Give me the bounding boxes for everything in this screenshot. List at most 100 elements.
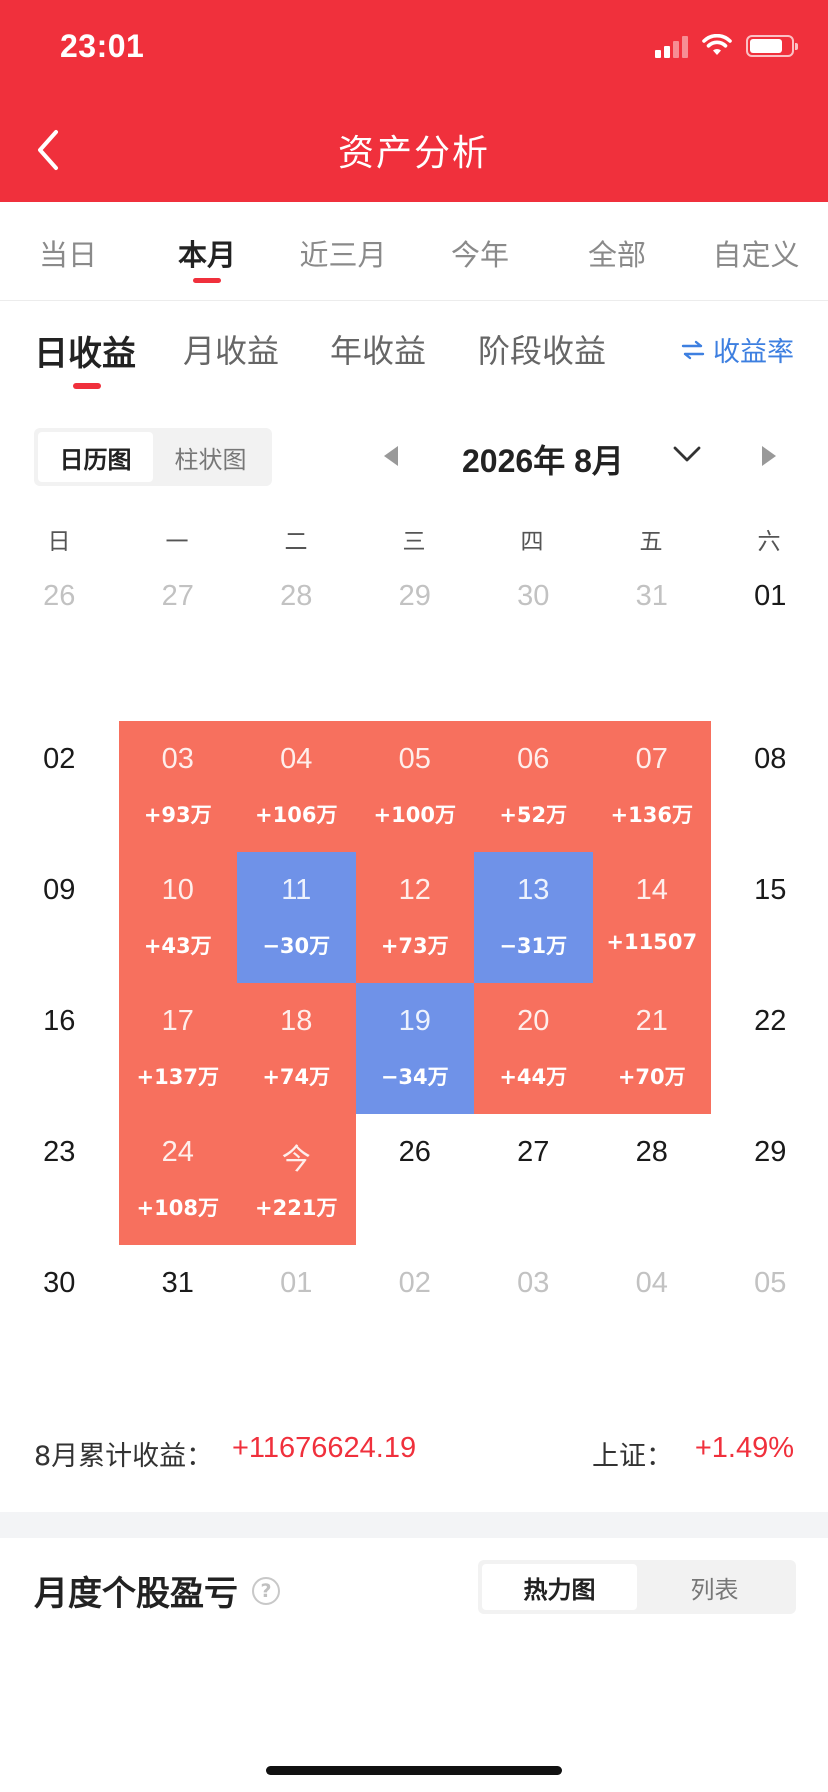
- calendar-day-income: −31万: [499, 934, 568, 958]
- calendar-day-number: 27: [161, 580, 194, 612]
- calendar-day-cell[interactable]: 26: [356, 1114, 475, 1245]
- calendar-day-cell[interactable]: 18 +74万: [237, 983, 356, 1114]
- calendar-day-number: 30: [517, 580, 550, 612]
- calendar-day-number: 23: [43, 1136, 76, 1168]
- calendar-day-cell[interactable]: 06 +52万: [474, 721, 593, 852]
- calendar-day-cell[interactable]: 05 +100万: [355, 721, 474, 852]
- calendar-day-cell[interactable]: 26: [0, 558, 119, 678]
- calendar-day-number: 09: [43, 874, 76, 906]
- calendar-day-number: 15: [754, 874, 787, 906]
- question-circle-icon[interactable]: ?: [252, 1576, 280, 1605]
- stock-pnl-title: 月度个股盈亏: [34, 1574, 238, 1614]
- calendar-day-cell[interactable]: 28: [237, 558, 356, 678]
- calendar-day-number: 14: [635, 874, 668, 906]
- index-value: +1.49%: [694, 1432, 794, 1464]
- calendar-day-cell[interactable]: 07 +136万: [592, 721, 711, 852]
- calendar-day-cell[interactable]: 23: [0, 1114, 119, 1245]
- calendar-day-number: 27: [517, 1136, 550, 1168]
- calendar-day-income: +52万: [499, 803, 568, 827]
- calendar-day-income: +136万: [610, 803, 693, 827]
- calendar-day-cell[interactable]: 27: [119, 558, 238, 678]
- calendar-day-number: 28: [635, 1136, 668, 1168]
- calendar-day-income: +74万: [262, 1065, 331, 1089]
- heatmap-view-button[interactable]: 热力图: [482, 1564, 637, 1610]
- calendar-day-number: 29: [754, 1136, 787, 1168]
- calendar-day-cell[interactable]: 09: [0, 852, 119, 983]
- calendar-day-cell[interactable]: 30: [0, 1245, 119, 1376]
- calendar-day-number: 02: [398, 1267, 431, 1299]
- calendar-day-number: 29: [398, 580, 431, 612]
- calendar-day-number: 16: [43, 1005, 76, 1037]
- calendar-day-cell[interactable]: 11 −30万: [237, 852, 356, 983]
- monthly-total-label: 8月累计收益：: [34, 1441, 214, 1472]
- calendar-day-cell[interactable]: 今 +221万: [237, 1114, 356, 1245]
- calendar-day-cell[interactable]: 21 +70万: [592, 983, 711, 1114]
- calendar-day-number: 04: [635, 1267, 668, 1299]
- calendar-day-income: +73万: [380, 934, 449, 958]
- section-divider: [0, 1512, 828, 1538]
- calendar-day-cell[interactable]: 24 +108万: [118, 1114, 237, 1245]
- calendar-day-number: 21: [635, 1005, 668, 1037]
- calendar-day-number: 26: [398, 1136, 431, 1168]
- calendar-day-number: 17: [161, 1005, 194, 1037]
- calendar-day-cell[interactable]: 17 +137万: [118, 983, 237, 1114]
- calendar-day-cell[interactable]: 31: [593, 558, 712, 678]
- calendar-day-cell[interactable]: 19 −34万: [355, 983, 474, 1114]
- calendar-day-number: 12: [398, 874, 431, 906]
- calendar-day-cell[interactable]: 04 +106万: [237, 721, 356, 852]
- calendar-day-cell[interactable]: 29: [356, 558, 475, 678]
- calendar-day-cell[interactable]: 03: [474, 1245, 593, 1376]
- calendar-day-cell[interactable]: 14 +11507: [592, 852, 711, 983]
- calendar-day-number: 13: [517, 874, 550, 906]
- calendar-day-income: +93万: [143, 803, 212, 827]
- calendar-day-number: 05: [398, 743, 431, 775]
- stock-view-toggle: 热力图 列表: [478, 1560, 796, 1614]
- calendar-day-cell[interactable]: 31: [119, 1245, 238, 1376]
- calendar-day-cell[interactable]: 27: [474, 1114, 593, 1245]
- calendar-day-number: 24: [161, 1136, 194, 1168]
- list-view-button[interactable]: 列表: [637, 1564, 792, 1610]
- index-label: 上证：: [592, 1441, 673, 1472]
- calendar-day-cell[interactable]: 08: [711, 721, 828, 852]
- calendar-day-income: +100万: [373, 803, 456, 827]
- calendar-day-income: +11507: [606, 930, 698, 954]
- calendar-day-number: 01: [754, 580, 787, 612]
- calendar-day-number: 31: [161, 1267, 194, 1299]
- calendar-day-number: 11: [281, 874, 312, 906]
- calendar-day-cell[interactable]: 20 +44万: [474, 983, 593, 1114]
- calendar-day-cell[interactable]: 15: [711, 852, 828, 983]
- calendar-day-cell[interactable]: 04: [593, 1245, 712, 1376]
- calendar-day-number: 20: [517, 1005, 550, 1037]
- calendar-day-cell[interactable]: 01: [237, 1245, 356, 1376]
- calendar-day-cell[interactable]: 02: [356, 1245, 475, 1376]
- home-indicator[interactable]: [266, 1766, 562, 1775]
- calendar-day-cell[interactable]: 01: [711, 558, 828, 678]
- calendar-day-number: 07: [635, 743, 668, 775]
- monthly-summary: 8月累计收益： +11676624.19 上证： +1.49%: [34, 1432, 794, 1478]
- calendar-day-cell[interactable]: 30: [474, 558, 593, 678]
- calendar-day-cell[interactable]: 29: [711, 1114, 828, 1245]
- calendar-day-number: 02: [43, 743, 76, 775]
- calendar-day-cell[interactable]: 28: [593, 1114, 712, 1245]
- calendar-day-income: +137万: [136, 1065, 219, 1089]
- calendar-day-cell[interactable]: 12 +73万: [355, 852, 474, 983]
- calendar-day-number: 19: [398, 1005, 431, 1037]
- calendar-day-income: +44万: [499, 1065, 568, 1089]
- calendar-day-cell[interactable]: 22: [711, 983, 828, 1114]
- calendar-day-number: 30: [43, 1267, 76, 1299]
- calendar-day-number: 08: [754, 743, 787, 775]
- calendar-day-number: 26: [43, 580, 76, 612]
- calendar-day-income: +106万: [255, 803, 338, 827]
- calendar-day-cell[interactable]: 05: [711, 1245, 828, 1376]
- calendar-day-cell[interactable]: 10 +43万: [118, 852, 237, 983]
- calendar-day-cell[interactable]: 13 −31万: [474, 852, 593, 983]
- calendar-day-cell[interactable]: 02: [0, 721, 119, 852]
- calendar-day-income: −34万: [380, 1065, 449, 1089]
- calendar-day-income: −30万: [262, 934, 331, 958]
- calendar-day-cell[interactable]: 16: [0, 983, 119, 1114]
- calendar-day-number: 03: [517, 1267, 550, 1299]
- calendar-day-number: 05: [754, 1267, 787, 1299]
- calendar-day-number: 31: [635, 580, 668, 612]
- calendar-day-number: 18: [280, 1005, 313, 1037]
- calendar-day-cell[interactable]: 03 +93万: [118, 721, 237, 852]
